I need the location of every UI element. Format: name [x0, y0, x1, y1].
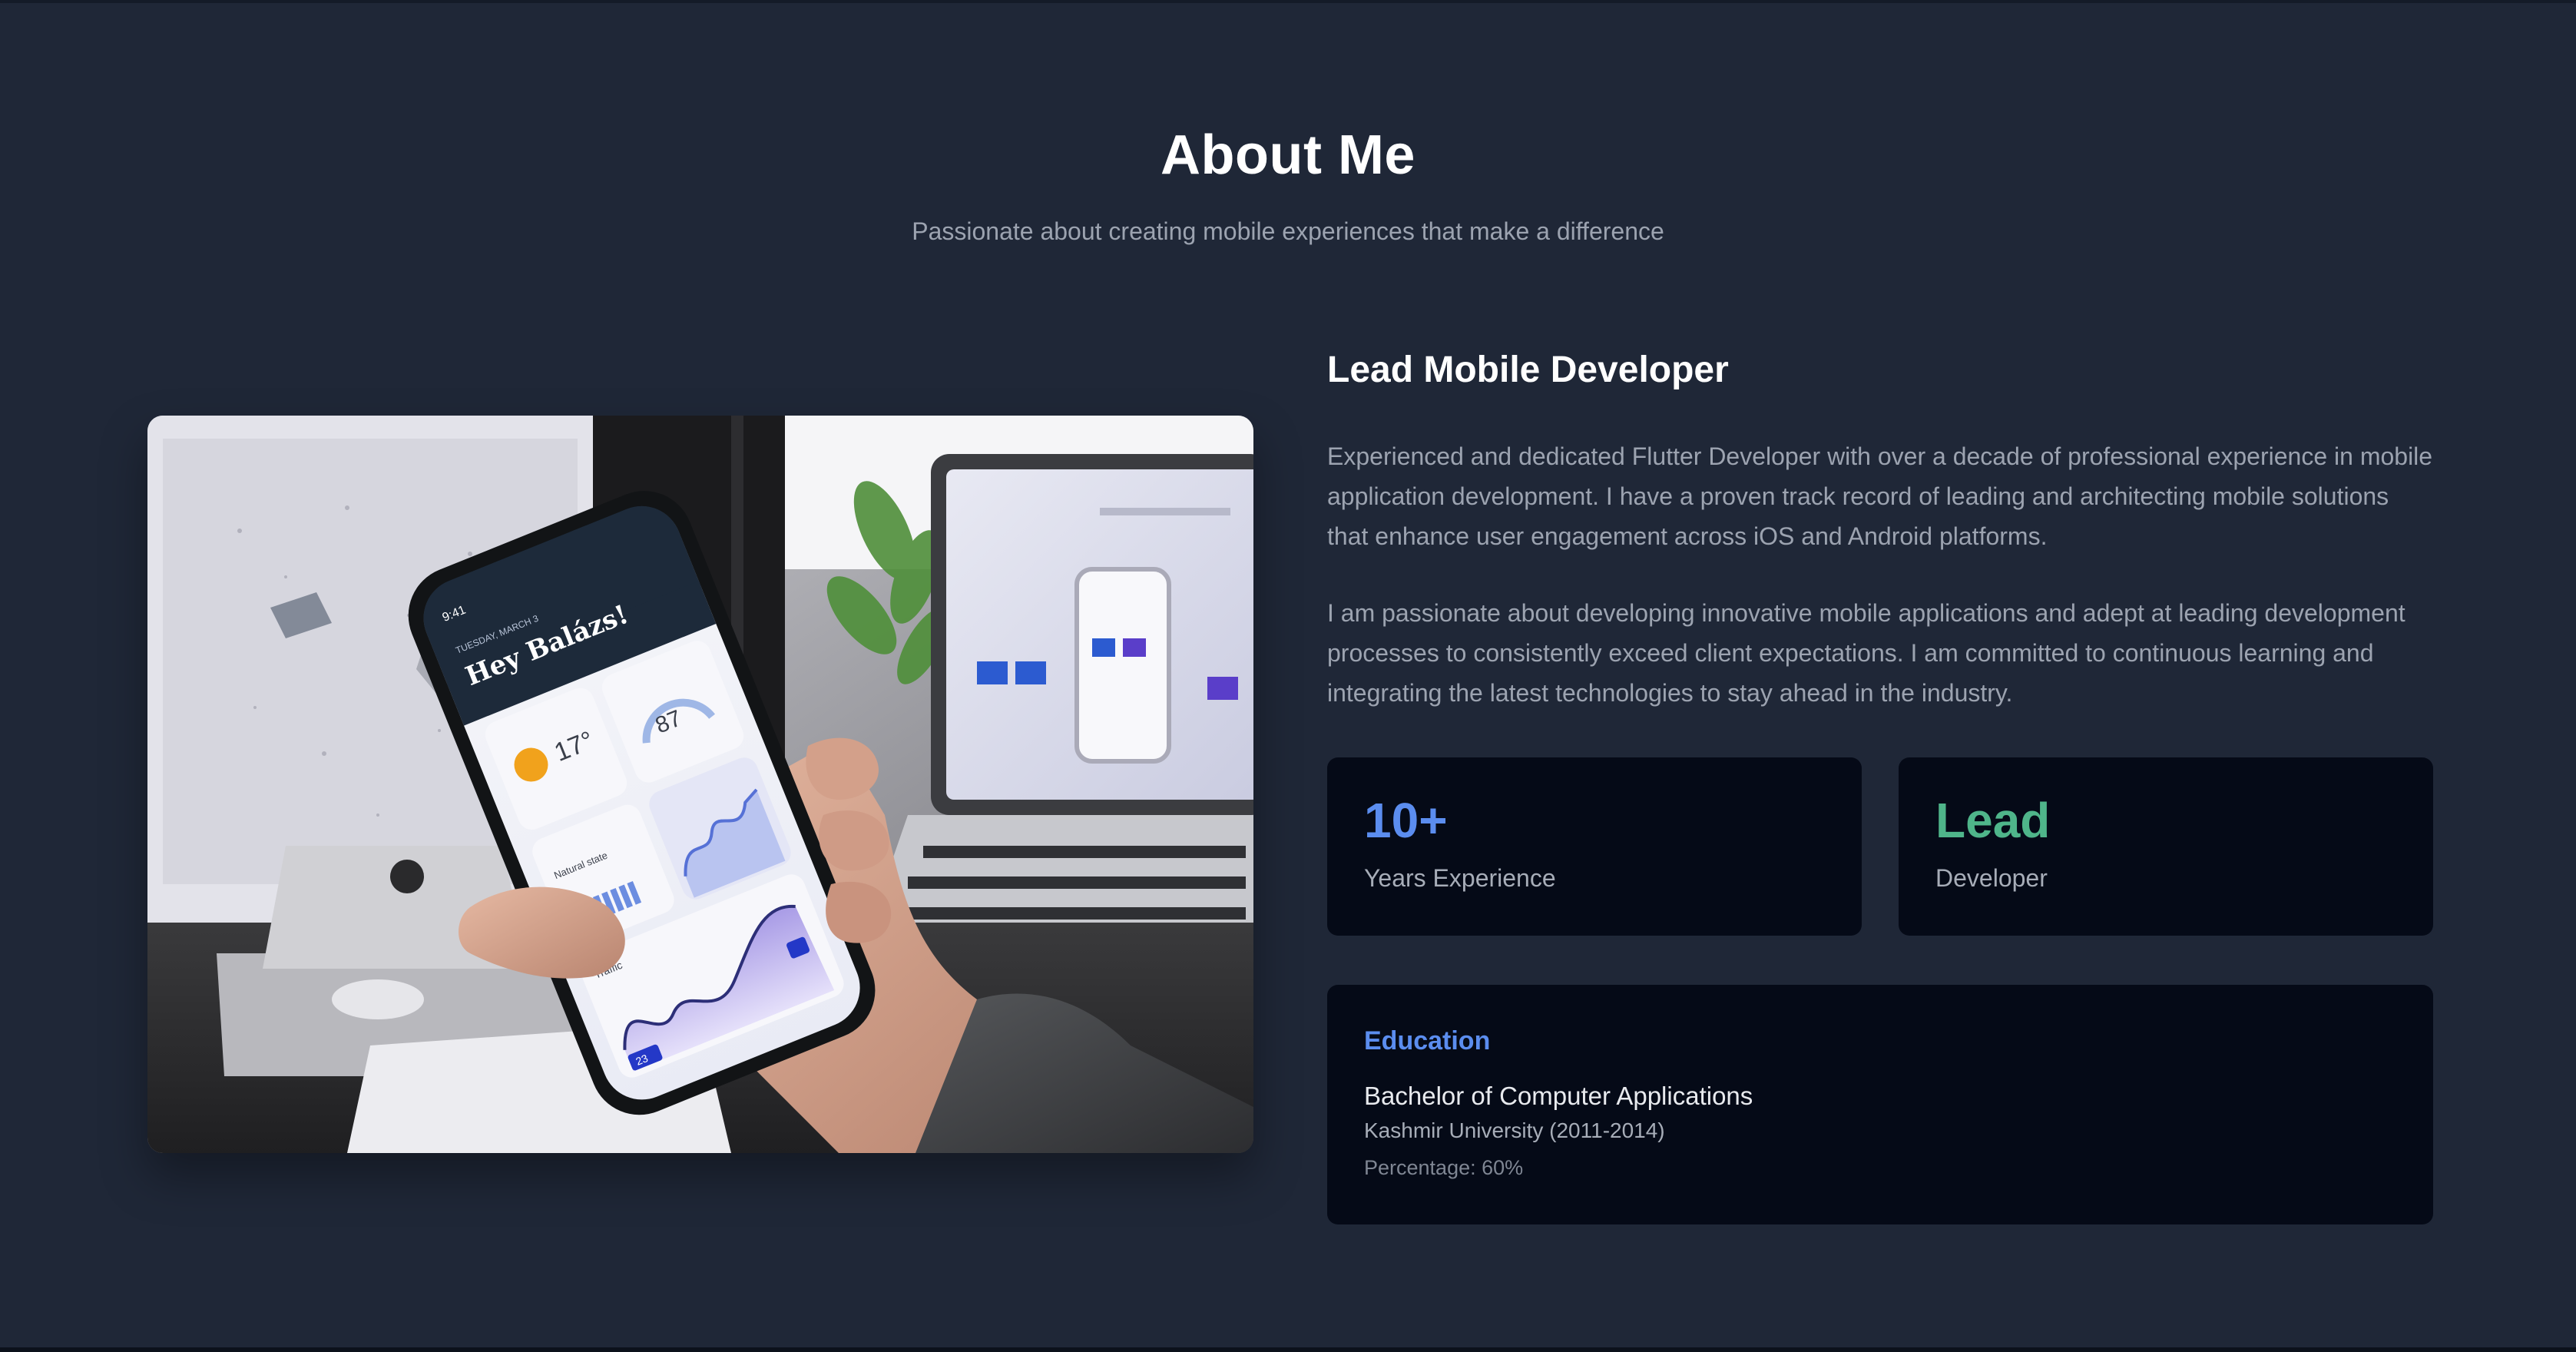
stat-card-experience: 10+ Years Experience [1327, 757, 1862, 936]
stat-label-role: Developer [1935, 864, 2048, 892]
bio-paragraph-1: Experienced and dedicated Flutter Develo… [1327, 442, 2433, 550]
education-degree: Bachelor of Computer Applications [1364, 1082, 1753, 1110]
section-subtitle: Passionate about creating mobile experie… [912, 217, 1664, 245]
section-title: About Me [1161, 124, 1415, 186]
stat-card-role: Lead Developer [1899, 757, 2433, 936]
top-divider [0, 0, 2576, 3]
education-heading: Education [1364, 1026, 1491, 1055]
stat-value-role: Lead [1935, 793, 2051, 848]
education-school: Kashmir University (2011-2014) [1364, 1118, 1665, 1142]
phone-in-hand-illustration: 9:41 TUESDAY, MARCH 3 Hey Balázs! 17° 87… [147, 416, 1253, 1153]
education-percentage: Percentage: 60% [1364, 1156, 1524, 1179]
role-title: Lead Mobile Developer [1327, 350, 1729, 390]
stat-value-experience: 10+ [1364, 793, 1448, 848]
section-header: About Me Passionate about creating mobil… [0, 115, 2576, 249]
bio-paragraph-2: I am passionate about developing innovat… [1327, 599, 2405, 707]
bottom-divider [0, 1347, 2576, 1352]
stat-label-experience: Years Experience [1364, 864, 1556, 892]
stats-row: 10+ Years Experience Lead Developer [1327, 757, 2433, 936]
profile-photo: 9:41 TUESDAY, MARCH 3 Hey Balázs! 17° 87… [147, 416, 1253, 1153]
about-content: Lead Mobile Developer Experienced and de… [1327, 338, 2433, 1224]
education-card: Education Bachelor of Computer Applicati… [1327, 985, 2433, 1224]
